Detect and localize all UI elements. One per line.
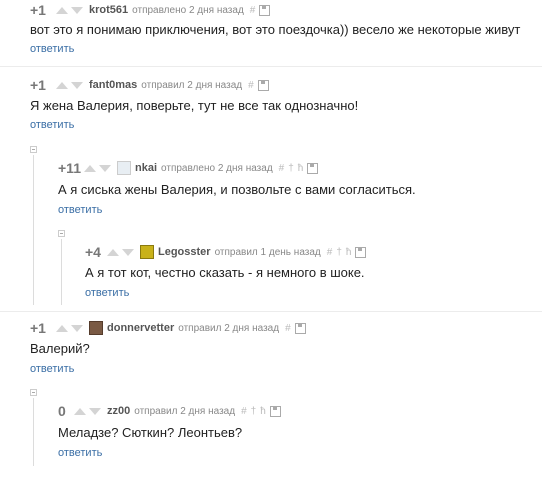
reply-link[interactable]: ответить bbox=[30, 363, 74, 375]
comment-meta: отправил 1 день назад bbox=[214, 246, 321, 258]
comment-text: вот это я понимаю приключения, вот это п… bbox=[30, 22, 521, 37]
reply-link[interactable]: ответить bbox=[58, 447, 102, 459]
comment-header: +11 nkai отправлено 2 дня назад # † ħ bbox=[58, 160, 322, 176]
thread-line bbox=[33, 155, 34, 305]
save-icon[interactable] bbox=[269, 405, 281, 417]
arrow-down-icon[interactable] bbox=[122, 248, 134, 256]
collapse-toggle[interactable] bbox=[58, 230, 65, 237]
comment-text: Я жена Валерия, поверьте, тут не все так… bbox=[30, 98, 359, 113]
comment-rating: +1 bbox=[30, 2, 46, 18]
comment-header: +4 Legosster отправил 1 день назад # † ħ bbox=[85, 244, 370, 260]
hash-icon[interactable]: # bbox=[241, 406, 247, 417]
figure-icon[interactable]: ħ bbox=[260, 406, 266, 417]
comment-header: +1 krot561 отправлено 2 дня назад # bbox=[30, 2, 274, 18]
reply-link[interactable]: ответить bbox=[30, 119, 74, 131]
arrow-down-icon[interactable] bbox=[71, 81, 83, 89]
collapse-toggle[interactable] bbox=[30, 389, 37, 396]
save-icon[interactable] bbox=[257, 79, 269, 91]
arrow-up-icon[interactable] bbox=[56, 324, 68, 332]
comment-text: А я сиська жены Валерия, и позвольте с в… bbox=[58, 182, 416, 197]
avatar[interactable] bbox=[89, 321, 103, 335]
comment-meta: отправлено 2 дня назад bbox=[161, 162, 273, 174]
comment-rating: +1 bbox=[30, 77, 46, 93]
comment-author[interactable]: zz00 bbox=[107, 405, 130, 417]
comment-text: Валерий? bbox=[30, 341, 90, 356]
comment-header: 0 zz00 отправил 2 дня назад # † ħ bbox=[58, 403, 285, 419]
reply-link[interactable]: ответить bbox=[58, 204, 102, 216]
plus-icon[interactable]: † bbox=[288, 163, 294, 174]
arrow-up-icon[interactable] bbox=[56, 6, 68, 14]
arrow-down-icon[interactable] bbox=[89, 407, 101, 415]
avatar[interactable] bbox=[117, 161, 131, 175]
comment-header: +1 fant0mas отправил 2 дня назад # bbox=[30, 77, 273, 93]
thread-line bbox=[61, 239, 62, 305]
comment-author[interactable]: nkai bbox=[135, 162, 157, 174]
comment-rating: +11 bbox=[58, 160, 81, 176]
comment-meta: отправил 2 дня назад bbox=[134, 405, 236, 417]
hash-icon[interactable]: # bbox=[248, 80, 254, 91]
arrow-down-icon[interactable] bbox=[71, 324, 83, 332]
arrow-down-icon[interactable] bbox=[71, 6, 83, 14]
plus-icon[interactable]: † bbox=[251, 406, 257, 417]
plus-icon[interactable]: † bbox=[336, 247, 342, 258]
hash-icon[interactable]: # bbox=[250, 5, 256, 16]
comment-meta: отправлено 2 дня назад bbox=[132, 4, 244, 16]
avatar[interactable] bbox=[140, 245, 154, 259]
reply-link[interactable]: ответить bbox=[85, 287, 129, 299]
arrow-down-icon[interactable] bbox=[99, 164, 111, 172]
collapse-toggle[interactable] bbox=[30, 146, 37, 153]
hash-icon[interactable]: # bbox=[285, 323, 291, 334]
arrow-up-icon[interactable] bbox=[74, 407, 86, 415]
comment-meta: отправил 2 дня назад bbox=[178, 322, 280, 334]
comment-rating: 0 bbox=[58, 403, 66, 419]
save-icon[interactable] bbox=[259, 4, 271, 16]
comment-meta: отправил 2 дня назад bbox=[141, 79, 243, 91]
arrow-up-icon[interactable] bbox=[56, 81, 68, 89]
comment-author[interactable]: Legosster bbox=[158, 246, 211, 258]
comment-author[interactable]: krot561 bbox=[89, 4, 128, 16]
comment-author[interactable]: fant0mas bbox=[89, 79, 137, 91]
comment-author[interactable]: donnervetter bbox=[107, 322, 174, 334]
comment-rating: +1 bbox=[30, 320, 46, 336]
reply-link[interactable]: ответить bbox=[30, 43, 74, 55]
thread-line bbox=[33, 398, 34, 466]
arrow-up-icon[interactable] bbox=[84, 164, 96, 172]
save-icon[interactable] bbox=[355, 246, 367, 258]
save-icon[interactable] bbox=[307, 162, 319, 174]
divider bbox=[0, 311, 542, 312]
figure-icon[interactable]: ħ bbox=[298, 163, 304, 174]
comment-text: Меладзе? Сюткин? Леонтьев? bbox=[58, 425, 243, 440]
comment-text: А я тот кот, честно сказать - я немного … bbox=[85, 265, 365, 280]
figure-icon[interactable]: ħ bbox=[346, 247, 352, 258]
comment-rating: +4 bbox=[85, 244, 101, 260]
divider bbox=[0, 66, 542, 67]
hash-icon[interactable]: # bbox=[327, 247, 333, 258]
save-icon[interactable] bbox=[294, 322, 306, 334]
arrow-up-icon[interactable] bbox=[107, 248, 119, 256]
comment-header: +1 donnervetter отправил 2 дня назад # bbox=[30, 320, 310, 336]
hash-icon[interactable]: # bbox=[279, 163, 285, 174]
